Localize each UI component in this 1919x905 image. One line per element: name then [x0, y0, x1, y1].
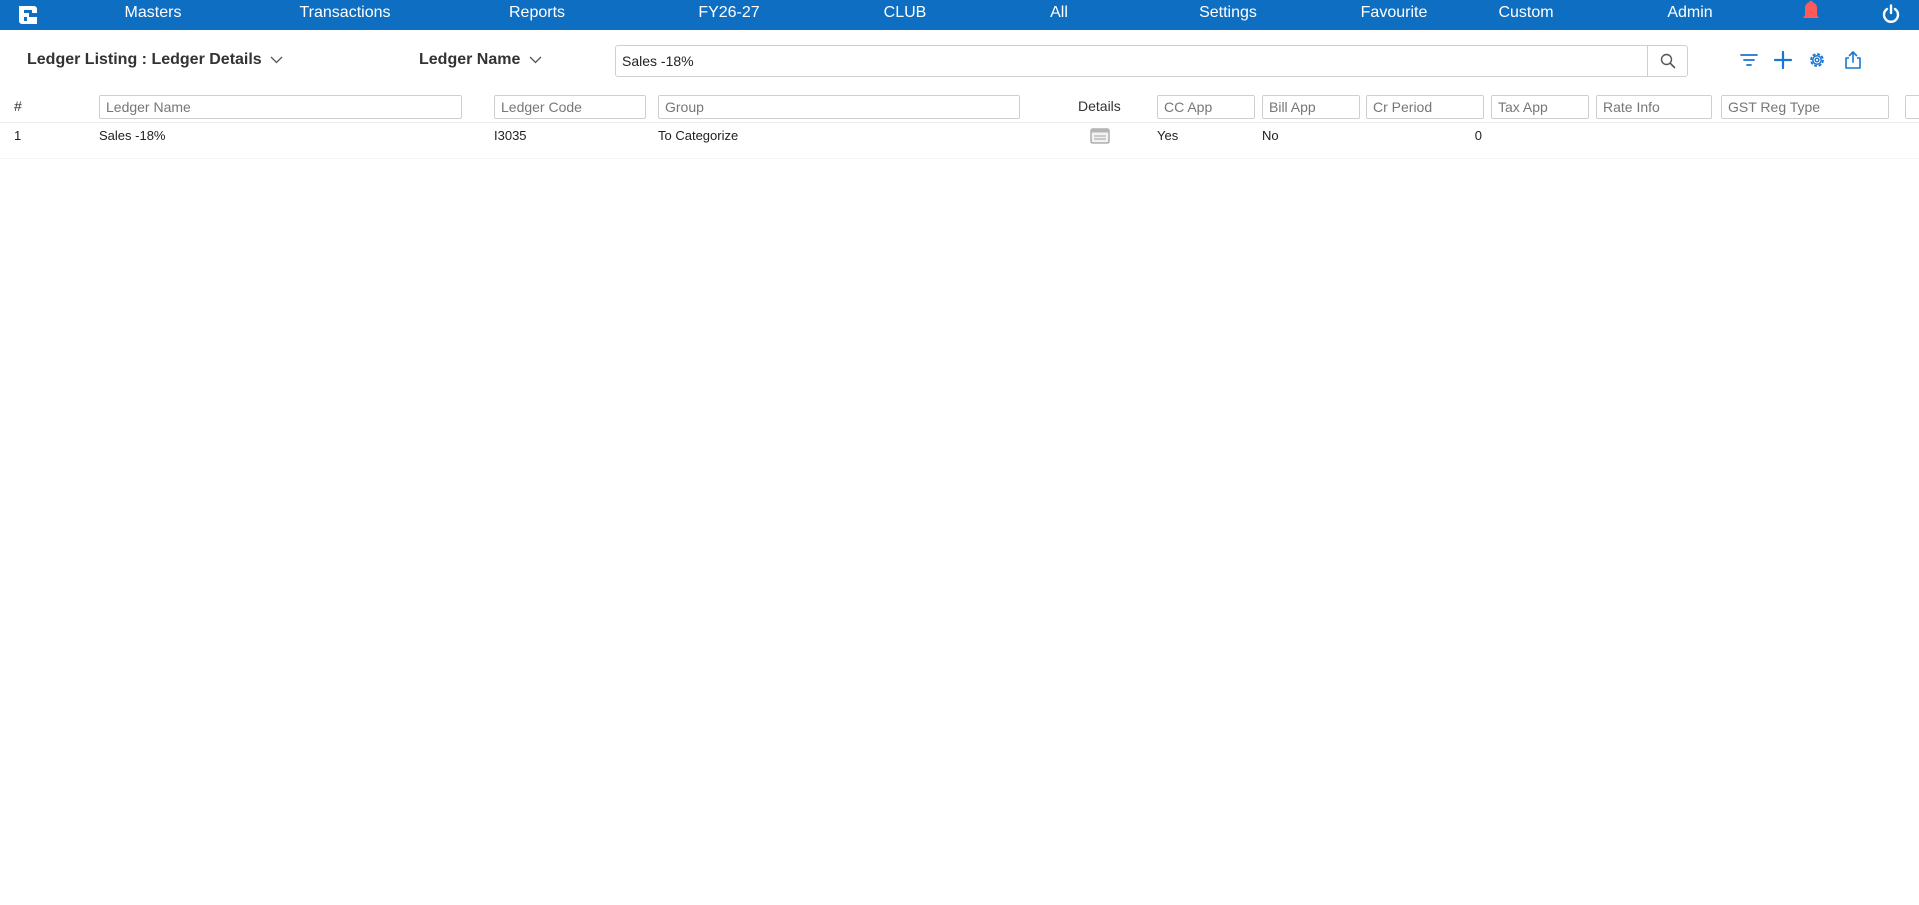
filter-group[interactable] [658, 95, 1020, 119]
nav-all[interactable]: All [1050, 0, 1068, 30]
chevron-down-icon [529, 56, 542, 64]
chevron-down-icon [270, 56, 283, 64]
top-nav-bar: Masters Transactions Reports FY26-27 CLU… [0, 0, 1919, 30]
details-card-icon[interactable] [1090, 128, 1110, 144]
nav-settings[interactable]: Settings [1199, 0, 1257, 30]
header-divider [0, 122, 1919, 123]
cell-cr-period: 0 [1474, 128, 1482, 143]
bell-icon[interactable] [1801, 0, 1821, 22]
nav-financial-year[interactable]: FY26-27 [698, 0, 759, 30]
nav-club[interactable]: CLUB [884, 0, 927, 30]
gear-icon[interactable] [1807, 50, 1827, 70]
search-box [615, 45, 1688, 77]
filter-tax-app[interactable] [1491, 95, 1589, 119]
filter-ledger-name[interactable] [99, 95, 462, 119]
search-input[interactable] [622, 50, 1622, 72]
filter-ledger-code[interactable] [494, 95, 646, 119]
power-icon[interactable] [1881, 4, 1901, 24]
nav-reports[interactable]: Reports [509, 0, 565, 30]
cell-index: 1 [14, 128, 22, 143]
nav-custom[interactable]: Custom [1498, 0, 1553, 30]
filter-cr-period[interactable] [1366, 95, 1484, 119]
search-field-selector[interactable]: Ledger Name [419, 51, 542, 69]
export-icon[interactable] [1843, 50, 1863, 70]
column-header-index: # [14, 98, 22, 114]
filter-rate-info[interactable] [1596, 95, 1712, 119]
report-selector[interactable]: Ledger Listing : Ledger Details [27, 51, 283, 69]
report-title: Ledger Listing : Ledger Details [27, 51, 262, 68]
nav-favourite[interactable]: Favourite [1361, 0, 1428, 30]
cell-ledger-code: I3035 [494, 128, 527, 143]
search-button[interactable] [1647, 46, 1687, 76]
cell-ledger-name: Sales -18% [99, 128, 166, 143]
cell-cc-app: Yes [1157, 128, 1179, 143]
cell-group: To Categorize [658, 128, 739, 143]
filter-gst-reg-type[interactable] [1721, 95, 1889, 119]
filter-next-column[interactable] [1905, 95, 1919, 119]
nav-masters[interactable]: Masters [125, 0, 182, 30]
column-header-details: Details [1078, 98, 1121, 114]
plus-icon[interactable] [1773, 50, 1793, 70]
row-divider [0, 158, 1919, 159]
app-logo-icon[interactable] [16, 3, 40, 27]
nav-admin[interactable]: Admin [1667, 0, 1712, 30]
cell-bill-app: No [1262, 128, 1279, 143]
filter-cc-app[interactable] [1157, 95, 1255, 119]
search-field-label: Ledger Name [419, 51, 521, 68]
nav-transactions[interactable]: Transactions [300, 0, 391, 30]
filter-bill-app[interactable] [1262, 95, 1360, 119]
filter-icon[interactable] [1739, 50, 1759, 70]
search-icon [1660, 53, 1676, 69]
